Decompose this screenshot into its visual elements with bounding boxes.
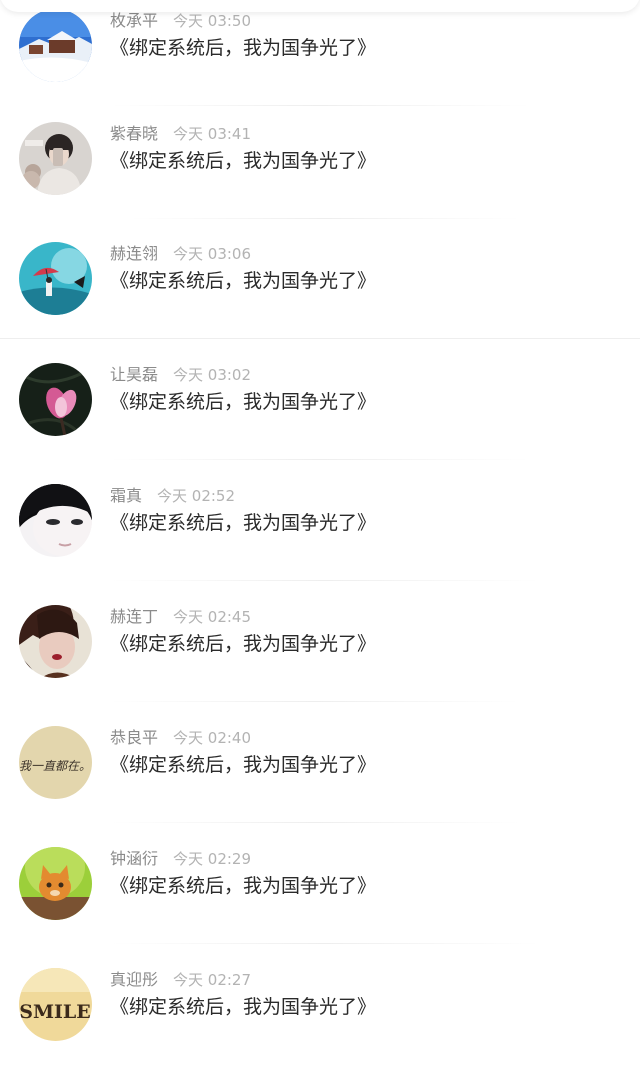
comment-time: 今天 02:45 [173, 608, 252, 626]
snowy-village-icon[interactable] [19, 9, 92, 82]
comment-book-title[interactable]: 《绑定系统后，我为国争光了》 [110, 33, 376, 63]
girl-with-umbrella-icon[interactable] [19, 242, 92, 315]
commenter-name[interactable]: 真迎彤 [110, 970, 158, 989]
comment-time: 今天 02:27 [173, 971, 252, 989]
comment-item[interactable]: 赫连丁 今天 02:45 《绑定系统后，我为国争光了》 [0, 605, 640, 726]
comment-book-title[interactable]: 《绑定系统后，我为国争光了》 [110, 508, 376, 538]
comment-time: 今天 02:52 [157, 487, 236, 505]
woman-portrait-icon[interactable] [19, 605, 92, 678]
commenter-name[interactable]: 让昊磊 [110, 365, 158, 384]
comment-item[interactable]: 赫连翎 今天 03:06 《绑定系统后，我为国争光了》 [0, 242, 640, 363]
divider [110, 459, 530, 460]
handwriting-text-icon[interactable]: 我一直都在。 [19, 726, 92, 799]
divider [110, 701, 520, 702]
face-closeup-icon[interactable] [19, 484, 92, 557]
smile-cup-icon[interactable]: SMILE [19, 968, 92, 1041]
commenter-name[interactable]: 枚承平 [110, 11, 158, 30]
comment-time: 今天 03:50 [173, 12, 252, 30]
divider [110, 943, 540, 944]
comment-time: 今天 03:02 [173, 366, 252, 384]
comment-item[interactable]: SMILE 真迎彤 今天 02:27 《绑定系统后，我为国争光了》 [0, 968, 640, 1089]
magnolia-flower-icon[interactable] [19, 363, 92, 436]
comment-item[interactable]: 我一直都在。 恭良平 今天 02:40 《绑定系统后，我为国争光了》 [0, 726, 640, 847]
comment-item[interactable]: 霜真 今天 02:52 《绑定系统后，我为国争光了》 [0, 484, 640, 605]
comment-time: 今天 03:41 [173, 125, 252, 143]
commenter-name[interactable]: 赫连丁 [110, 607, 158, 626]
comment-book-title[interactable]: 《绑定系统后，我为国争光了》 [110, 871, 376, 901]
comment-item[interactable]: 让昊磊 今天 03:02 《绑定系统后，我为国争光了》 [0, 363, 640, 484]
divider [130, 218, 520, 219]
commenter-name[interactable]: 霜真 [110, 486, 142, 505]
comment-book-title[interactable]: 《绑定系统后，我为国争光了》 [110, 387, 376, 417]
commenter-name[interactable]: 恭良平 [110, 728, 158, 747]
commenter-name[interactable]: 赫连翎 [110, 244, 158, 263]
comment-item[interactable]: 钟涵衍 今天 02:29 《绑定系统后，我为国争光了》 [0, 847, 640, 968]
commenter-name[interactable]: 钟涵衍 [110, 849, 158, 868]
comment-time: 今天 02:40 [173, 729, 252, 747]
comment-book-title[interactable]: 《绑定系统后，我为国争光了》 [110, 629, 376, 659]
divider [110, 822, 520, 823]
girl-with-phone-icon[interactable] [19, 122, 92, 195]
divider [110, 105, 530, 106]
comment-item[interactable]: 紫春晓 今天 03:41 《绑定系统后，我为国争光了》 [0, 122, 640, 243]
comment-time: 今天 02:29 [173, 850, 252, 868]
divider [0, 338, 640, 339]
comment-book-title[interactable]: 《绑定系统后，我为国争光了》 [110, 266, 376, 296]
comment-book-title[interactable]: 《绑定系统后，我为国争光了》 [110, 146, 376, 176]
comment-time: 今天 03:06 [173, 245, 252, 263]
kitten-icon[interactable] [19, 847, 92, 920]
commenter-name[interactable]: 紫春晓 [110, 124, 158, 143]
smile-text: SMILE [19, 1001, 90, 1023]
comment-book-title[interactable]: 《绑定系统后，我为国争光了》 [110, 992, 376, 1022]
comment-book-title[interactable]: 《绑定系统后，我为国争光了》 [110, 750, 376, 780]
handwriting-text: 我一直都在。 [19, 759, 91, 773]
header-card-edge [0, 0, 640, 12]
divider [110, 580, 540, 581]
comment-item[interactable]: 枚承平 今天 03:50 《绑定系统后，我为国争光了》 [0, 9, 640, 130]
